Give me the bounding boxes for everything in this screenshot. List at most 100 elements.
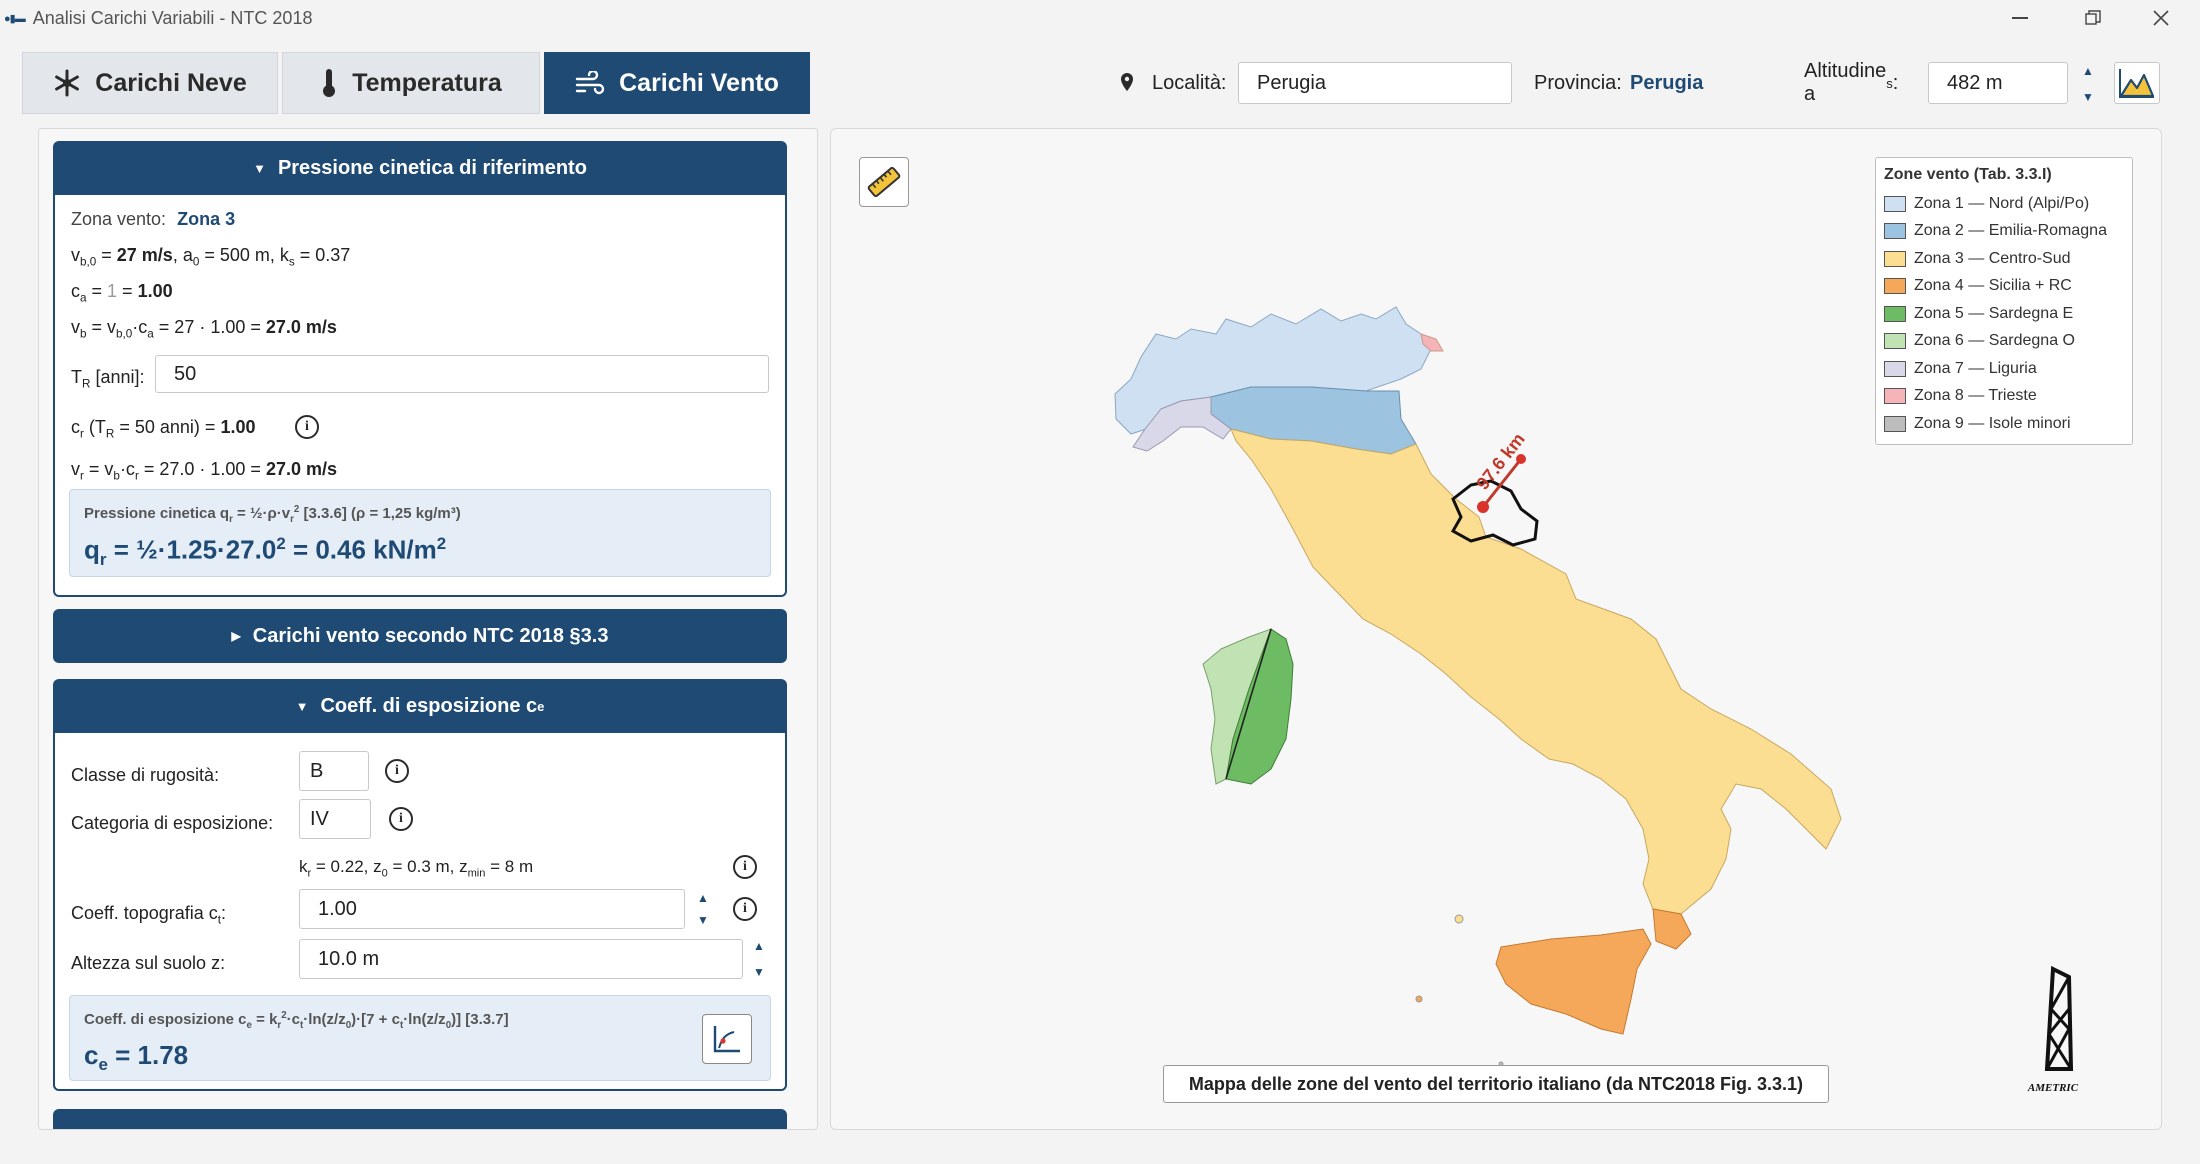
legend-item: Zona 4 — Sicilia + RC: [1884, 276, 2072, 296]
ametric-logo: [2044, 965, 2074, 1071]
legend: Zone vento (Tab. 3.3.I) Zona 1 — Nord (A…: [1875, 157, 2133, 445]
vb0-formula: vb,0 = 27 m/s, a0 = 500 m, ks = 0.37: [71, 245, 351, 269]
zone-9-island: [1454, 914, 1464, 924]
pressione-result-value: qr = ½·1.25·27.02 = 0.46 kN/m2: [84, 534, 447, 569]
esposizione-result-box: Coeff. di esposizione ce = kr2·ct·ln(z/z…: [69, 995, 771, 1081]
localita-input[interactable]: Perugia: [1238, 62, 1512, 104]
classe-info-icon[interactable]: i: [385, 759, 409, 783]
legend-item: Zona 3 — Centro-Sud: [1884, 249, 2071, 269]
legend-swatch: [1884, 333, 1906, 349]
altitude-profile-button[interactable]: [2114, 62, 2160, 104]
minimize-icon: [2012, 17, 2028, 19]
ca-formula: ca = 1 = 1.00: [71, 281, 173, 305]
cr-info-icon[interactable]: i: [295, 415, 319, 439]
restore-icon: [2085, 10, 2101, 25]
minimize-button[interactable]: [1985, 0, 2055, 36]
altitudine-stepper[interactable]: ▲ ▼: [2076, 64, 2100, 104]
legend-title: Zone vento (Tab. 3.3.I): [1884, 166, 2052, 183]
legend-swatch: [1884, 196, 1906, 212]
categoria-esposizione-label: Categoria di esposizione:: [71, 813, 274, 833]
zone-4-sicily: [1495, 928, 1652, 1035]
kr-info-icon[interactable]: i: [733, 855, 757, 879]
provincia-label: Provincia:: [1534, 71, 1622, 94]
z-input[interactable]: 10.0 m: [299, 939, 743, 979]
legend-item: Zona 1 — Nord (Alpi/Po): [1884, 194, 2089, 214]
tab-carichi-neve[interactable]: Carichi Neve: [22, 52, 278, 114]
categoria-esposizione-input[interactable]: IV: [299, 799, 371, 839]
tr-input[interactable]: 50: [155, 355, 769, 393]
expand-triangle-icon: ▶: [231, 629, 241, 643]
legend-item: Zona 6 — Sardegna O: [1884, 331, 2075, 351]
legend-swatch: [1884, 416, 1906, 432]
zone-9-island: [1415, 995, 1423, 1003]
wind-icon: [575, 71, 605, 95]
altitudine-input[interactable]: 482 m: [1928, 62, 2068, 104]
left-panel: ▼ Pressione cinetica di riferimento Zona…: [38, 128, 818, 1130]
ce-chart-button[interactable]: [702, 1014, 752, 1064]
legend-swatch: [1884, 306, 1906, 322]
restore-button[interactable]: [2058, 0, 2128, 36]
zona-vento-row: Zona vento: Zona 3: [71, 209, 236, 229]
pressione-result-caption: Pressione cinetica qr = ½·ρ·vr2 [3.3.6] …: [84, 504, 461, 525]
logo-text: AMETRIC: [2027, 1082, 2079, 1094]
collapse-triangle-icon: ▼: [295, 698, 309, 714]
spin-up-icon[interactable]: ▲: [2082, 64, 2094, 78]
localita-label: Località:: [1152, 71, 1227, 94]
z-stepper[interactable]: ▲ ▼: [747, 939, 771, 979]
close-button[interactable]: [2126, 0, 2196, 36]
collapse-triangle-icon: ▼: [253, 160, 266, 176]
legend-item: Zona 5 — Sardegna E: [1884, 304, 2073, 324]
ct-label: Coeff. topografia ct:: [71, 903, 227, 927]
map-pin-icon: [1121, 73, 1133, 91]
tab-carichi-vento[interactable]: Carichi Vento: [544, 52, 810, 114]
spin-down-icon[interactable]: ▼: [753, 965, 765, 979]
legend-item: Zona 8 — Trieste: [1884, 386, 2037, 406]
kr-z0-formula: kr = 0.22, z0 = 0.3 m, zmin = 8 m: [299, 857, 534, 880]
altitudine-label: Altitudine as:: [1804, 60, 1899, 105]
esposizione-section-header[interactable]: ▼ Coeff. di esposizione ce: [53, 679, 787, 733]
ct-input[interactable]: 1.00: [299, 889, 685, 929]
tab-temperatura[interactable]: Temperatura: [282, 52, 540, 114]
legend-item: Zona 7 — Liguria: [1884, 359, 2037, 379]
legend-swatch: [1884, 223, 1906, 239]
esposizione-section-body: Classe di rugosità: B i Categoria di esp…: [53, 733, 787, 1091]
spin-down-icon[interactable]: ▼: [2082, 90, 2094, 104]
snowflake-icon: [55, 69, 80, 97]
legend-swatch: [1884, 278, 1906, 294]
app-logo-icon: ●▮▬: [4, 12, 26, 25]
classe-rugosita-input[interactable]: B: [299, 751, 369, 791]
provincia-value: Perugia: [1630, 71, 1704, 94]
esposizione-result-value: ce = 1.78: [84, 1040, 189, 1075]
distance-start-point: [1477, 501, 1489, 513]
ct-info-icon[interactable]: i: [733, 897, 757, 921]
map-panel: 97.6 km AMETRIC Zone vento (Tab. 3.3.I) …: [830, 128, 2162, 1130]
cr-formula: cr (TR = 50 anni) = 1.00: [71, 417, 256, 441]
title-bar: ●▮▬ Analisi Carichi Variabili - NTC 2018: [0, 0, 2200, 36]
thermometer-icon: [323, 69, 336, 97]
next-section-header[interactable]: [53, 1109, 787, 1129]
zona-value: Zona 3: [177, 209, 236, 229]
carichi-vento-section-header[interactable]: ▶ Carichi vento secondo NTC 2018 §3.3: [53, 609, 787, 663]
tab-label: Temperatura: [352, 68, 502, 97]
main-tabs: Carichi Neve Temperatura Carichi Vento: [22, 52, 814, 114]
legend-swatch: [1884, 388, 1906, 404]
spin-up-icon[interactable]: ▲: [697, 891, 709, 905]
pressione-section-body: Zona vento: Zona 3 vb,0 = 27 m/s, a0 = 5…: [53, 195, 787, 597]
esposizione-result-caption: Coeff. di esposizione ce = kr2·ct·ln(z/z…: [84, 1010, 509, 1031]
spin-down-icon[interactable]: ▼: [697, 913, 709, 927]
spin-up-icon[interactable]: ▲: [753, 939, 765, 953]
map-caption: Mappa delle zone del vento del territori…: [1163, 1065, 1829, 1103]
z-label: Altezza sul suolo z:: [71, 953, 226, 973]
tab-label: Carichi Neve: [95, 68, 247, 97]
legend-swatch: [1884, 251, 1906, 267]
legend-item: Zona 9 — Isole minori: [1884, 414, 2071, 434]
categoria-info-icon[interactable]: i: [389, 807, 413, 831]
pressione-result-box: Pressione cinetica qr = ½·ρ·vr2 [3.3.6] …: [69, 489, 771, 577]
pressione-section-header[interactable]: ▼ Pressione cinetica di riferimento: [53, 141, 787, 195]
legend-item: Zona 2 — Emilia-Romagna: [1884, 221, 2107, 241]
ct-stepper[interactable]: ▲ ▼: [691, 891, 715, 927]
tr-label: TR [anni]:: [71, 367, 145, 391]
mountain-chart-icon: [2119, 69, 2155, 98]
vb-formula: vb = vb,0·ca = 27 · 1.00 = 27.0 m/s: [71, 317, 337, 341]
vr-formula: vr = vb·cr = 27.0 · 1.00 = 27.0 m/s: [71, 459, 337, 483]
